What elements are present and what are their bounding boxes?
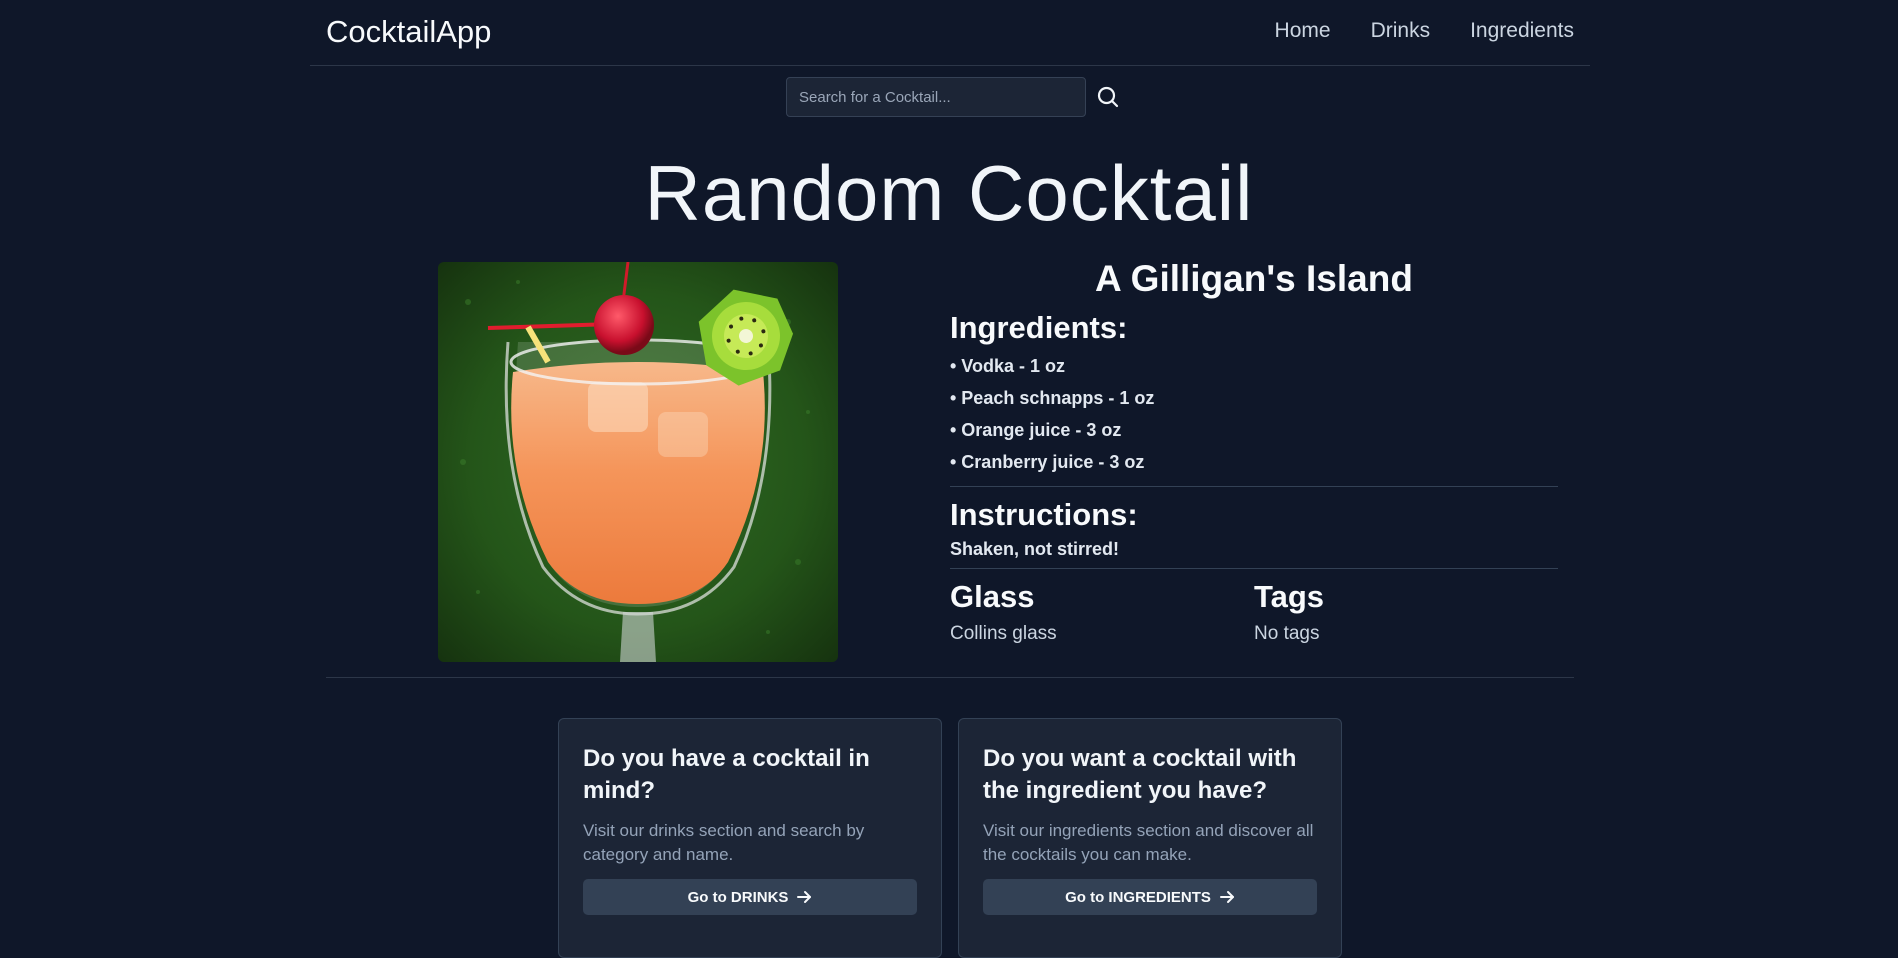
drink-image bbox=[438, 262, 838, 662]
page-title: Random Cocktail bbox=[644, 149, 1254, 237]
nav-ingredients-link[interactable]: Ingredients bbox=[1470, 19, 1574, 43]
ingredient-item: • Vodka - 1 oz bbox=[950, 356, 1065, 376]
drink-details: A Gilligan's Island Ingredients: • Vodka… bbox=[950, 258, 1558, 645]
card-text: Visit our ingredients section and discov… bbox=[983, 821, 1314, 864]
meta-row: Glass Collins glass Tags No tags bbox=[950, 579, 1558, 645]
button-label: Go to DRINKS bbox=[687, 888, 789, 906]
nav-home-link[interactable]: Home bbox=[1275, 19, 1331, 43]
drink-name: A Gilligan's Island bbox=[1095, 258, 1413, 299]
navbar: CocktailApp Home Drinks Ingredients bbox=[310, 0, 1590, 66]
main-divider bbox=[326, 677, 1574, 678]
tags-value: No tags bbox=[1254, 623, 1320, 644]
instructions-heading: Instructions: bbox=[950, 497, 1138, 532]
ingredient-item: • Cranberry juice - 3 oz bbox=[950, 452, 1145, 472]
arrow-right-icon bbox=[1219, 891, 1234, 903]
section-divider bbox=[950, 568, 1558, 569]
search-icon bbox=[1097, 86, 1119, 108]
card-text: Visit our drinks section and search by c… bbox=[583, 821, 865, 864]
glass-value: Collins glass bbox=[950, 623, 1057, 644]
nav-drinks-link[interactable]: Drinks bbox=[1371, 19, 1431, 43]
ingredients-card: Do you want a cocktail with the ingredie… bbox=[958, 718, 1342, 958]
card-title: Do you want a cocktail with the ingredie… bbox=[983, 745, 1297, 804]
brand-logo[interactable]: CocktailApp bbox=[326, 14, 491, 50]
instructions-text: Shaken, not stirred! bbox=[950, 539, 1120, 559]
go-to-ingredients-button[interactable]: Go to INGREDIENTS bbox=[983, 879, 1317, 915]
ingredients-list: • Vodka - 1 oz • Peach schnapps - 1 oz •… bbox=[950, 350, 1558, 478]
button-label: Go to INGREDIENTS bbox=[1065, 888, 1211, 906]
nav-links: Home Drinks Ingredients bbox=[1275, 19, 1574, 43]
drinks-card: Do you have a cocktail in mind? Visit ou… bbox=[558, 718, 942, 958]
search-input[interactable] bbox=[786, 77, 1086, 117]
glass-heading: Glass bbox=[950, 579, 1035, 614]
glass-section: Glass Collins glass bbox=[950, 579, 1254, 645]
section-divider bbox=[950, 486, 1558, 487]
tags-section: Tags No tags bbox=[1254, 579, 1558, 645]
go-to-drinks-button[interactable]: Go to DRINKS bbox=[583, 879, 917, 915]
arrow-right-icon bbox=[797, 891, 812, 903]
card-title: Do you have a cocktail in mind? bbox=[583, 745, 870, 804]
ingredient-item: • Orange juice - 3 oz bbox=[950, 420, 1122, 440]
ingredient-item: • Peach schnapps - 1 oz bbox=[950, 388, 1155, 408]
ingredients-heading: Ingredients: bbox=[950, 310, 1128, 345]
tags-heading: Tags bbox=[1254, 579, 1325, 614]
search-bar bbox=[786, 77, 1124, 117]
search-button[interactable] bbox=[1092, 81, 1124, 113]
